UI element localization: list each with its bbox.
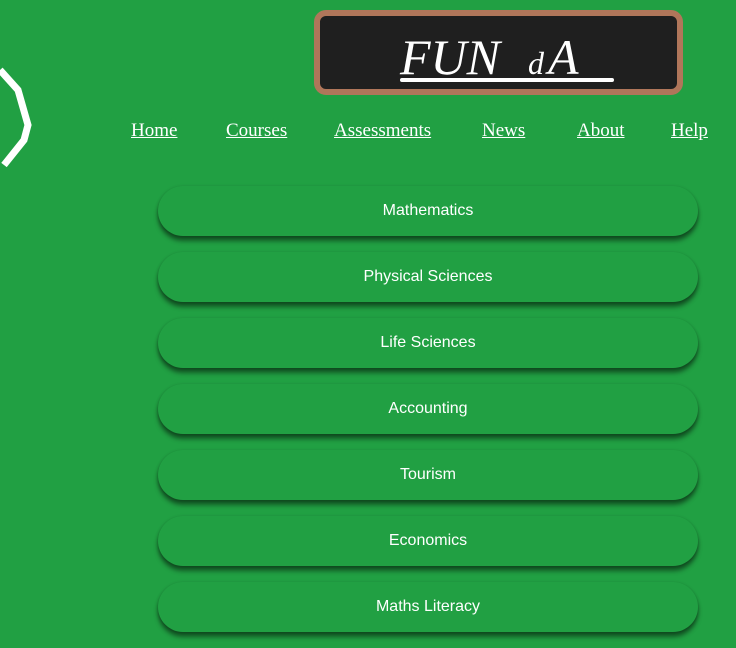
- course-button-economics[interactable]: Economics: [158, 516, 698, 566]
- course-button-accounting[interactable]: Accounting: [158, 384, 698, 434]
- nav-link-home[interactable]: Home: [131, 118, 177, 144]
- course-list: Mathematics Physical Sciences Life Scien…: [158, 186, 698, 648]
- course-button-maths-literacy[interactable]: Maths Literacy: [158, 582, 698, 632]
- nav-link-about[interactable]: About: [577, 118, 625, 144]
- list-item: Economics: [158, 516, 698, 566]
- course-button-mathematics[interactable]: Mathematics: [158, 186, 698, 236]
- list-item: Physical Sciences: [158, 252, 698, 302]
- course-button-tourism[interactable]: Tourism: [158, 450, 698, 500]
- logo-text-end: A: [545, 29, 579, 85]
- course-button-life-sciences[interactable]: Life Sciences: [158, 318, 698, 368]
- list-item: Life Sciences: [158, 318, 698, 368]
- list-item: Maths Literacy: [158, 582, 698, 632]
- main-nav: Home Courses Assessments News About Help: [0, 118, 736, 148]
- list-item: Accounting: [158, 384, 698, 434]
- nav-link-courses[interactable]: Courses: [226, 118, 287, 144]
- course-button-physical-sciences[interactable]: Physical Sciences: [158, 252, 698, 302]
- logo-text-small: d: [528, 45, 545, 81]
- logo-text: FUN d A: [399, 29, 614, 85]
- list-item: Mathematics: [158, 186, 698, 236]
- logo-text-main: FUN: [399, 29, 503, 85]
- nav-link-help[interactable]: Help: [671, 118, 708, 144]
- list-item: Tourism: [158, 450, 698, 500]
- nav-link-assessments[interactable]: Assessments: [334, 118, 431, 144]
- site-logo[interactable]: FUN d A: [314, 10, 683, 95]
- nav-link-news[interactable]: News: [482, 118, 525, 144]
